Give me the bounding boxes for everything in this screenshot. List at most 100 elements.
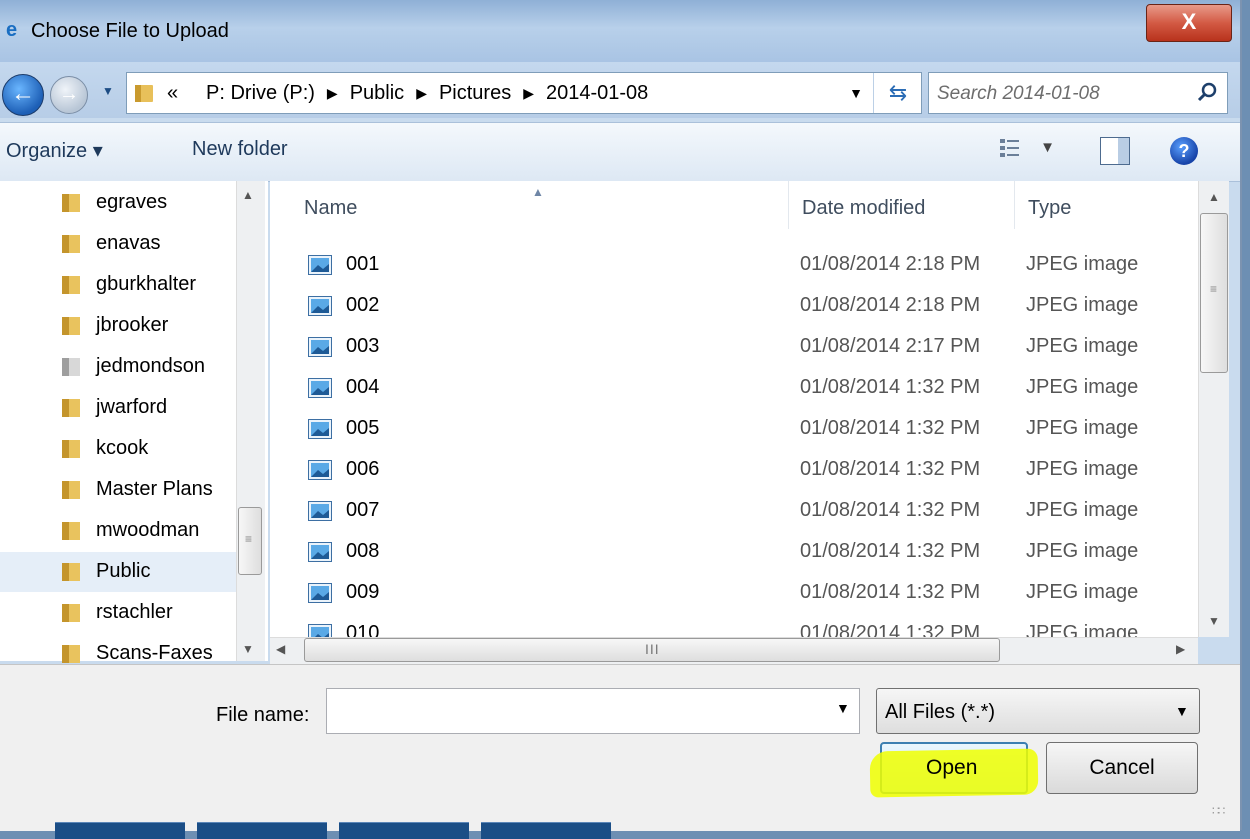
column-header-name[interactable]: Name — [304, 197, 357, 220]
chevron-down-icon[interactable]: ▼ — [843, 73, 869, 113]
file-type: JPEG image — [1026, 294, 1139, 316]
file-row[interactable]: 001 01/08/2014 2:18 PM JPEG image — [270, 245, 1198, 286]
column-header-date-modified[interactable]: Date modified — [802, 197, 925, 220]
horizontal-scrollbar-thumb[interactable]: III — [304, 638, 1000, 662]
file-type: JPEG image — [1026, 376, 1139, 398]
nav-item-gburkhalter[interactable]: gburkhalter — [0, 265, 236, 305]
nav-item-label: mwoodman — [96, 519, 200, 541]
cancel-button[interactable]: Cancel — [1046, 742, 1198, 794]
forward-button[interactable]: → — [50, 76, 88, 114]
file-type: JPEG image — [1026, 458, 1139, 480]
file-row[interactable]: 010 01/08/2014 1:32 PM JPEG image — [270, 614, 1198, 637]
scroll-left-icon[interactable]: ◀ — [276, 642, 285, 656]
file-name: 003 — [346, 335, 380, 357]
scroll-up-icon[interactable]: ▲ — [242, 188, 254, 202]
file-type-select[interactable]: All Files (*.*) ▼ — [876, 688, 1200, 734]
folder-icon — [62, 563, 80, 581]
change-view-button[interactable]: ▼ — [998, 136, 1058, 166]
close-button[interactable]: X — [1146, 4, 1232, 42]
folder-icon — [62, 440, 80, 458]
file-date-modified: 01/08/2014 1:32 PM — [800, 417, 981, 439]
nav-item-master-plans[interactable]: Master Plans — [0, 470, 236, 510]
resize-grip-icon[interactable]: ∷∷ — [1212, 804, 1225, 818]
breadcrumb-arrow-icon[interactable]: ▶ — [327, 85, 338, 102]
file-date-modified: 01/08/2014 1:32 PM — [800, 581, 981, 603]
organize-button[interactable]: Organize ▾ — [6, 138, 103, 163]
nav-item-mwoodman[interactable]: mwoodman — [0, 511, 236, 551]
file-date-modified: 01/08/2014 2:17 PM — [800, 335, 981, 357]
search-icon[interactable] — [1197, 81, 1219, 103]
jpeg-image-icon — [308, 460, 332, 480]
folder-icon — [62, 317, 80, 335]
breadcrumb-public[interactable]: Public — [350, 82, 404, 105]
jpeg-image-icon — [308, 624, 332, 637]
column-divider[interactable] — [1014, 181, 1015, 229]
chevron-down-icon[interactable]: ▼ — [1040, 139, 1055, 156]
navigation-scrollbar-thumb[interactable]: ≡ — [238, 507, 262, 575]
file-type: JPEG image — [1026, 540, 1139, 562]
file-row[interactable]: 003 01/08/2014 2:17 PM JPEG image — [270, 327, 1198, 368]
folder-icon — [62, 604, 80, 622]
chevron-down-icon[interactable]: ▼ — [836, 700, 850, 716]
nav-item-label: rstachler — [96, 601, 173, 623]
file-type-value: All Files (*.*) — [885, 701, 996, 723]
nav-item-jbrooker[interactable]: jbrooker — [0, 306, 236, 346]
file-row[interactable]: 008 01/08/2014 1:32 PM JPEG image — [270, 532, 1198, 573]
refresh-icon[interactable]: ⇆ — [873, 73, 922, 113]
background-button — [197, 822, 327, 839]
column-header-type[interactable]: Type — [1028, 197, 1071, 220]
file-date-modified: 01/08/2014 2:18 PM — [800, 294, 981, 316]
breadcrumb-drive[interactable]: P: Drive (P:) — [206, 82, 315, 105]
nav-item-enavas[interactable]: enavas — [0, 224, 236, 264]
vertical-scrollbar-thumb[interactable]: ≡ — [1200, 213, 1228, 373]
search-input[interactable]: Search 2014-01-08 — [928, 72, 1228, 114]
preview-pane-icon[interactable] — [1100, 137, 1130, 165]
breadcrumb-arrow-icon[interactable]: ▶ — [416, 85, 427, 102]
nav-item-jedmondson[interactable]: jedmondson — [0, 347, 236, 387]
file-name-label: File name: — [216, 704, 310, 726]
breadcrumb-current-folder[interactable]: 2014-01-08 — [546, 82, 648, 105]
breadcrumb-pictures[interactable]: Pictures — [439, 82, 511, 105]
open-button-label[interactable]: Open — [926, 756, 977, 780]
grip-icon: ≡ — [1210, 282, 1218, 296]
back-button[interactable]: ← — [2, 74, 44, 116]
file-row[interactable]: 005 01/08/2014 1:32 PM JPEG image — [270, 409, 1198, 450]
search-placeholder: Search 2014-01-08 — [937, 83, 1100, 104]
scroll-right-icon[interactable]: ▶ — [1176, 642, 1185, 656]
folder-icon — [62, 276, 80, 294]
file-type: JPEG image — [1026, 499, 1139, 521]
file-row[interactable]: 009 01/08/2014 1:32 PM JPEG image — [270, 573, 1198, 614]
nav-item-label: Scans-Faxes — [96, 642, 213, 664]
nav-item-public[interactable]: Public — [0, 552, 236, 592]
breadcrumb-arrow-icon[interactable]: ▶ — [523, 85, 534, 102]
nav-item-egraves[interactable]: egraves — [0, 183, 236, 223]
nav-item-rstachler[interactable]: rstachler — [0, 593, 236, 633]
file-row[interactable]: 007 01/08/2014 1:32 PM JPEG image — [270, 491, 1198, 532]
scroll-down-icon[interactable]: ▼ — [1208, 614, 1220, 628]
scroll-up-icon[interactable]: ▲ — [1208, 190, 1220, 204]
file-name-input[interactable] — [326, 688, 860, 734]
nav-item-kcook[interactable]: kcook — [0, 429, 236, 469]
nav-item-jwarford[interactable]: jwarford — [0, 388, 236, 428]
breadcrumb-gap — [190, 85, 194, 101]
help-icon[interactable]: ? — [1170, 137, 1198, 165]
file-row[interactable]: 006 01/08/2014 1:32 PM JPEG image — [270, 450, 1198, 491]
jpeg-image-icon — [308, 501, 332, 521]
new-folder-button[interactable]: New folder — [192, 138, 288, 161]
address-bar[interactable]: « P: Drive (P:) ▶ Public ▶ Pictures ▶ 20… — [126, 72, 922, 114]
file-date-modified: 01/08/2014 2:18 PM — [800, 253, 981, 275]
file-name: 006 — [346, 458, 380, 480]
details-view-icon — [1000, 139, 1019, 157]
column-divider[interactable] — [788, 181, 789, 229]
recent-pages-dropdown[interactable]: ▼ — [102, 84, 116, 104]
nav-item-label: jedmondson — [96, 355, 205, 377]
breadcrumb-overflow[interactable]: « — [167, 82, 178, 105]
jpeg-image-icon — [308, 583, 332, 603]
file-date-modified: 01/08/2014 1:32 PM — [800, 622, 981, 637]
file-name: 004 — [346, 376, 380, 398]
navigation-scrollbar[interactable] — [236, 181, 265, 661]
locked-folder-icon — [62, 358, 80, 376]
scroll-down-icon[interactable]: ▼ — [242, 642, 254, 656]
file-row[interactable]: 002 01/08/2014 2:18 PM JPEG image — [270, 286, 1198, 327]
file-row[interactable]: 004 01/08/2014 1:32 PM JPEG image — [270, 368, 1198, 409]
